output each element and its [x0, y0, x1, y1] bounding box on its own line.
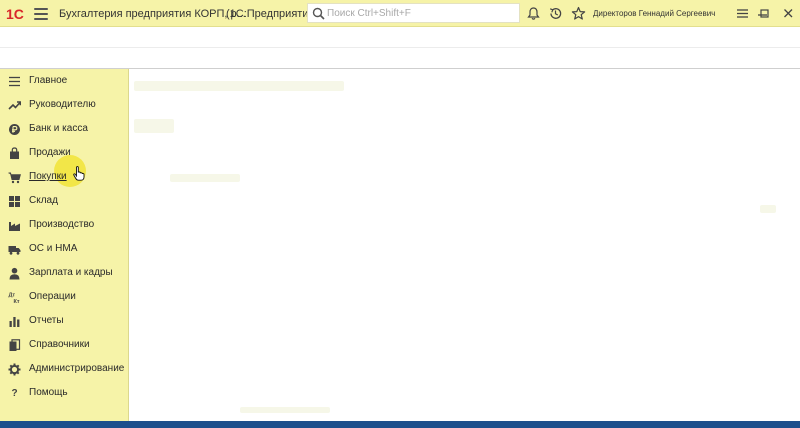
- person-icon: [9, 267, 20, 280]
- sidebar-item-label: Руководителю: [29, 99, 96, 110]
- sidebar-item-warehouse[interactable]: Склад: [0, 190, 128, 212]
- app-edition: (1С:Предприятие): [226, 8, 319, 20]
- trend-up-icon: [8, 101, 21, 110]
- sidebar-item-label: ОС и НМА: [29, 243, 78, 254]
- sidebar-item-administration[interactable]: Администрирование: [0, 358, 128, 380]
- content-area: [130, 69, 800, 421]
- hand-pointer-icon: [73, 166, 85, 181]
- app-title: Бухгалтерия предприятия КОРП, р...: [59, 8, 246, 20]
- gear-icon: [8, 363, 21, 376]
- sidebar-item-purchases[interactable]: Покупки: [0, 166, 128, 188]
- sidebar-item-production[interactable]: Производство: [0, 214, 128, 236]
- svg-text:1С: 1С: [6, 6, 24, 21]
- sidebar-item-salary[interactable]: Зарплата и кадры: [0, 262, 128, 284]
- toolbar-panel: [0, 28, 800, 69]
- sidebar-item-main[interactable]: Главное: [0, 70, 128, 92]
- truck-icon: [8, 246, 21, 255]
- sidebar-item-reports[interactable]: Отчеты: [0, 310, 128, 332]
- menu-bar: [34, 8, 48, 10]
- cart-icon: [8, 172, 21, 184]
- search-icon: [312, 7, 325, 20]
- faded-placeholder: [170, 174, 240, 182]
- sidebar-item-label: Покупки: [29, 171, 67, 182]
- sidebar-item-label: Продажи: [29, 147, 71, 158]
- 1c-logo[interactable]: 1С: [6, 6, 28, 21]
- sidebar-item-label: Операции: [29, 291, 76, 302]
- sidebar: Главное Руководителю Банк и касса Продаж…: [0, 69, 129, 421]
- bar-chart-icon: [9, 317, 20, 327]
- sidebar-item-manager[interactable]: Руководителю: [0, 94, 128, 116]
- ruble-coin-icon: [9, 124, 20, 135]
- search-box[interactable]: [307, 3, 520, 23]
- history-icon[interactable]: [548, 6, 563, 21]
- sidebar-item-label: Зарплата и кадры: [29, 267, 113, 278]
- sidebar-item-catalogs[interactable]: Справочники: [0, 334, 128, 356]
- app-window: 1С Бухгалтерия предприятия КОРП, р... (1…: [0, 0, 800, 421]
- help-icon: ?: [11, 388, 18, 399]
- sidebar-item-operations[interactable]: Дт Кт Операции: [0, 286, 128, 308]
- sidebar-item-label: Справочники: [29, 339, 90, 350]
- sidebar-item-label: Производство: [29, 219, 95, 230]
- menu-bar: [34, 18, 48, 20]
- svg-text:Кт: Кт: [14, 299, 20, 304]
- books-icon: [9, 339, 21, 351]
- sidebar-item-sales[interactable]: Продажи: [0, 142, 128, 164]
- factory-icon: [9, 222, 20, 231]
- faded-placeholder: [134, 119, 174, 133]
- debit-credit-icon: Дт Кт: [9, 293, 20, 305]
- settings-menu-icon[interactable]: [735, 6, 750, 21]
- sidebar-item-label: Главное: [29, 75, 68, 86]
- user-name[interactable]: Директоров Геннадий Сергеевич: [593, 9, 715, 18]
- faded-placeholder: [134, 81, 344, 91]
- title-bar: 1С Бухгалтерия предприятия КОРП, р... (1…: [0, 0, 800, 27]
- maximize-button-icon[interactable]: [757, 6, 772, 21]
- faded-placeholder: [760, 205, 776, 213]
- star-icon[interactable]: [571, 6, 586, 21]
- warehouse-grid-icon: [9, 196, 20, 207]
- shopping-bag-icon: [10, 147, 19, 159]
- faded-placeholder: [240, 407, 330, 413]
- close-icon[interactable]: [781, 6, 796, 21]
- sidebar-item-bank[interactable]: Банк и касса: [0, 118, 128, 140]
- toolbar-divider: [0, 47, 800, 48]
- search-input[interactable]: [327, 5, 515, 21]
- bell-icon[interactable]: [526, 6, 541, 21]
- hamburger-icon: [9, 76, 20, 87]
- sidebar-item-label: Отчеты: [29, 315, 64, 326]
- sidebar-item-help[interactable]: ? Помощь: [0, 382, 128, 404]
- svg-text:Дт: Дт: [9, 293, 16, 299]
- menu-bar: [34, 13, 48, 15]
- sidebar-item-fixed-assets[interactable]: ОС и НМА: [0, 238, 128, 260]
- sidebar-item-label: Помощь: [29, 387, 68, 398]
- sidebar-item-label: Склад: [29, 195, 58, 206]
- sidebar-item-label: Администрирование: [29, 363, 125, 374]
- main-menu-button[interactable]: [34, 7, 48, 21]
- sidebar-item-label: Банк и касса: [29, 123, 88, 134]
